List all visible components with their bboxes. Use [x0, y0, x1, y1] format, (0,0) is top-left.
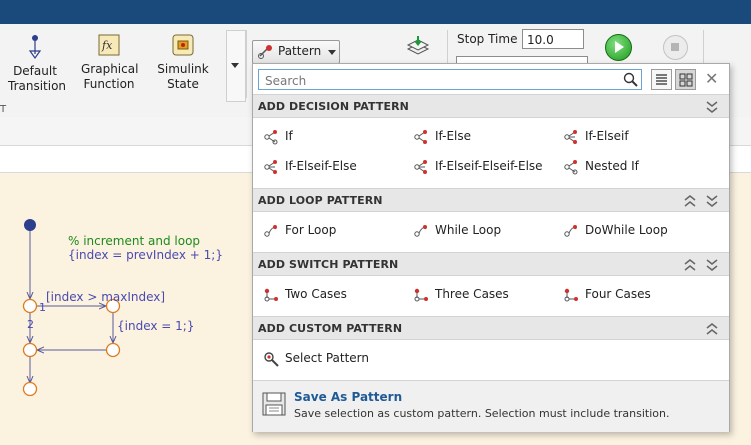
collapse-icon[interactable] [705, 321, 719, 337]
save-pattern-icon [262, 392, 286, 416]
decision-pattern-icon [564, 160, 578, 175]
pattern-item-label: Two Cases [285, 287, 347, 301]
graphical-function-button[interactable]: fx Graphical Function [81, 34, 139, 92]
save-as-pattern-footer[interactable]: Save As Pattern Save selection as custom… [253, 380, 729, 432]
expand-icon[interactable] [705, 257, 719, 273]
close-icon[interactable]: ✕ [705, 69, 718, 89]
search-input[interactable] [263, 71, 607, 90]
pattern-item-label: If-Elseif [585, 129, 629, 143]
save-as-pattern-description: Save selection as custom pattern. Select… [294, 407, 670, 420]
pattern-item-label: Four Cases [585, 287, 651, 301]
decision-pattern-icon [264, 130, 278, 145]
simulink-state-button[interactable]: Simulink State [155, 34, 211, 92]
default-transition-button[interactable]: Default Transition [8, 34, 67, 94]
switch-pattern-icon [264, 288, 278, 302]
run-button[interactable] [605, 34, 632, 61]
comment-text[interactable]: % increment and loop [68, 234, 200, 248]
pattern-item-label: If [285, 129, 293, 143]
play-icon [615, 41, 624, 53]
junction[interactable] [105, 342, 121, 358]
stop-time-label: Stop Time [457, 32, 518, 46]
transition-action-label[interactable]: {index = prevIndex + 1;} [68, 248, 223, 262]
default-transition-label: Default Transition [8, 64, 67, 93]
switch-pattern-icon [414, 288, 428, 302]
pattern-button[interactable]: Pattern [252, 40, 340, 64]
pattern-button-label: Pattern [278, 44, 322, 58]
select-pattern-icon [264, 352, 279, 367]
svg-text:fx: fx [101, 39, 113, 52]
default-transition-dot[interactable] [24, 219, 36, 231]
section-title: ADD DECISION PATTERN [258, 100, 409, 113]
chevron-down-icon [231, 63, 239, 68]
simulink-state-label: Simulink State [157, 62, 209, 91]
list-icon [656, 74, 667, 85]
more-states-dropdown[interactable] [226, 30, 246, 102]
pattern-item-label: Nested If [585, 159, 639, 173]
stop-button[interactable] [663, 35, 688, 60]
collapse-icon[interactable] [683, 257, 697, 273]
grid-icon [679, 73, 693, 87]
junction[interactable] [22, 342, 38, 358]
pattern-popup: ✕ ADD DECISION PATTERN If If-Else If-Els… [252, 63, 730, 432]
graphical-function-label: Graphical Function [81, 62, 139, 91]
pattern-item-label: While Loop [435, 223, 502, 237]
collapse-icon[interactable] [683, 193, 697, 209]
execution-order-label: 1 [39, 301, 46, 314]
search-icon[interactable] [623, 72, 638, 87]
search-box[interactable] [258, 69, 642, 90]
layers-icon[interactable] [406, 36, 430, 58]
pattern-item-label: Three Cases [435, 287, 509, 301]
pattern-item-label: If-Elseif-Else [285, 159, 357, 173]
list-view-button[interactable] [651, 69, 672, 90]
stop-icon [671, 43, 679, 51]
junction[interactable] [22, 298, 38, 314]
pattern-item-label: If-Else [435, 129, 471, 143]
title-bar [0, 0, 751, 24]
expand-icon[interactable] [705, 193, 719, 209]
pattern-item-label: For Loop [285, 223, 337, 237]
pattern-item-label: If-Elseif-Elseif-Else [435, 159, 543, 173]
loop-pattern-icon [264, 225, 277, 237]
decision-pattern-icon [264, 160, 277, 174]
loop-pattern-header[interactable]: ADD LOOP PATTERN [253, 188, 729, 212]
decision-pattern-header[interactable]: ADD DECISION PATTERN [253, 94, 729, 118]
section-title: ADD CUSTOM PATTERN [258, 322, 403, 335]
pattern-item-label: Select Pattern [285, 351, 370, 365]
pattern-icon [258, 45, 272, 59]
ribbon-section-label: T [0, 104, 7, 115]
stop-time-field[interactable]: 10.0 [522, 29, 584, 49]
pattern-item-label: DoWhile Loop [585, 223, 668, 237]
decision-pattern-icon [414, 130, 427, 144]
chevron-down-icon [328, 50, 336, 55]
section-title: ADD SWITCH PATTERN [258, 258, 399, 271]
loop-pattern-icon [414, 225, 427, 237]
save-as-pattern-link[interactable]: Save As Pattern [294, 390, 402, 404]
custom-pattern-header[interactable]: ADD CUSTOM PATTERN [253, 316, 729, 340]
switch-pattern-header[interactable]: ADD SWITCH PATTERN [253, 252, 729, 276]
transition-action-label[interactable]: {index = 1;} [117, 319, 194, 333]
simulink-state-icon [172, 34, 194, 56]
graphical-function-icon: fx [98, 34, 120, 56]
transition-condition-label[interactable]: [index > maxIndex] [46, 290, 165, 304]
expand-icon[interactable] [705, 99, 719, 115]
loop-pattern-icon [564, 225, 577, 237]
decision-pattern-icon [564, 130, 577, 144]
junction[interactable] [22, 381, 38, 397]
decision-pattern-icon [414, 160, 427, 174]
section-title: ADD LOOP PATTERN [258, 194, 383, 207]
default-transition-icon [28, 35, 42, 60]
execution-order-label: 2 [27, 318, 34, 331]
grid-view-button[interactable] [675, 69, 696, 90]
switch-pattern-icon [564, 288, 578, 302]
